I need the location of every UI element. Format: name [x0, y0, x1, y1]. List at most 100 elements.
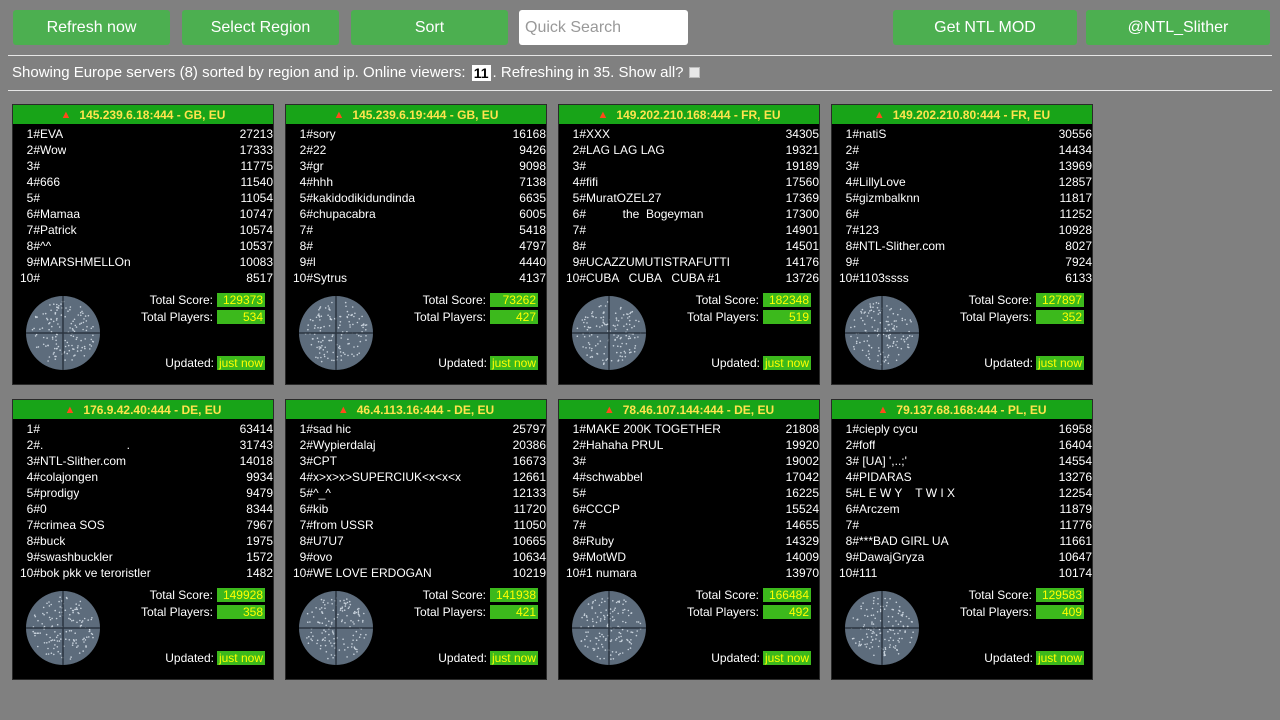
player-name: gizmbalknn — [859, 191, 920, 205]
minimap-icon — [25, 590, 101, 671]
leaderboard-row: 2# foff 16404 — [832, 437, 1092, 453]
player-rank: 4# — [845, 175, 859, 189]
server-card[interactable]: ▲ 145.239.6.18:444 - GB, EU 1# EVA 27213 2# Wo… — [12, 104, 274, 385]
player-score: 14176 — [785, 255, 819, 269]
leaderboard-row: 6# 11252 — [832, 206, 1092, 222]
player-score: 10747 — [239, 207, 273, 221]
leaderboard-row: 8# 4797 — [286, 238, 546, 254]
server-header[interactable]: ▲ 149.202.210.80:444 - FR, EU — [832, 105, 1092, 124]
player-name: foff — [859, 438, 876, 452]
server-card[interactable]: ▲ 46.4.113.16:444 - DE, EU 1# sad hic 25797 2… — [285, 399, 547, 680]
player-rank: 6# — [572, 502, 586, 516]
player-name: MAKE 200K TOGETHER — [586, 422, 721, 436]
select-region-button[interactable]: Select Region — [182, 10, 339, 45]
leaderboard: 1# EVA 27213 2# Wow 17333 3# 11775 4# 666 11540 5# 1… — [13, 126, 273, 286]
server-card[interactable]: ▲ 78.46.107.144:444 - DE, EU 1# MAKE 200K T… — [558, 399, 820, 680]
player-name: Mamaa — [40, 207, 81, 221]
player-name: ^^ — [40, 239, 52, 253]
leaderboard-row: 3# 13969 — [832, 158, 1092, 174]
player-rank: 7# — [26, 223, 40, 237]
server-header[interactable]: ▲ 176.9.42.40:444 - DE, EU — [13, 400, 273, 419]
player-rank: 2# — [299, 438, 313, 452]
updated-value: just now — [1035, 651, 1084, 665]
player-name: kakidodikidundinda — [313, 191, 416, 205]
leaderboard-row: 3# 19002 — [559, 453, 819, 469]
server-address: 145.239.6.19:444 - GB, EU — [352, 107, 499, 122]
player-score: 17560 — [785, 175, 819, 189]
updated-label: Updated: — [711, 651, 760, 665]
player-score: 9479 — [246, 486, 273, 500]
player-rank: 5# — [845, 486, 859, 500]
leaderboard-row: 8# Ruby 14329 — [559, 533, 819, 549]
show-all-checkbox[interactable] — [688, 67, 700, 78]
ntl-slither-twitter-button[interactable]: @NTL_Slither — [1086, 10, 1270, 45]
leaderboard-row: 6# the Bogeyman 17300 — [559, 206, 819, 222]
leaderboard: 1# natiS 30556 2# 14434 3# 13969 4# LillyLove 128… — [832, 126, 1092, 286]
player-score: 6005 — [519, 207, 546, 221]
leaderboard-row: 2# Wow 17333 — [13, 142, 273, 158]
player-name: MARSHMELLOn — [40, 255, 131, 269]
player-name: prodigy — [40, 486, 80, 500]
player-score: 11776 — [1059, 518, 1092, 532]
player-score: 16673 — [512, 454, 546, 468]
player-rank: 2# — [845, 143, 859, 157]
server-address: 176.9.42.40:444 - DE, EU — [83, 402, 222, 417]
player-rank: 3# — [26, 159, 40, 173]
leaderboard-row: 6# CCCP 15524 — [559, 501, 819, 517]
server-stats: Total Score: 129583 Total Players: 409 — [960, 586, 1084, 620]
server-header[interactable]: ▲ 78.46.107.144:444 - DE, EU — [559, 400, 819, 419]
player-score: 11879 — [1059, 502, 1092, 516]
leaderboard-row: 6# kib 11720 — [286, 501, 546, 517]
fire-icon: ▲ — [603, 403, 615, 416]
refresh-now-button[interactable]: Refresh now — [13, 10, 170, 45]
leaderboard-row: 10# Sytrus 4137 — [286, 270, 546, 286]
leaderboard-row: 5# ^_^ 12133 — [286, 485, 546, 501]
player-score: 4797 — [519, 239, 546, 253]
leaderboard: 1# MAKE 200K TOGETHER 21808 2# Hahaha PRUL 19… — [559, 421, 819, 581]
leaderboard-row: 5# L E W Y T W I X 12254 — [832, 485, 1092, 501]
player-score: 14009 — [785, 550, 819, 564]
updated-label: Updated: — [165, 356, 214, 370]
total-score-value: 129373 — [217, 292, 265, 307]
server-header[interactable]: ▲ 46.4.113.16:444 - DE, EU — [286, 400, 546, 419]
leaderboard-row: 7# 5418 — [286, 222, 546, 238]
server-stats: Total Score: 182348 Total Players: 519 — [687, 291, 811, 325]
player-rank: 9# — [572, 255, 586, 269]
server-header[interactable]: ▲ 79.137.68.168:444 - PL, EU — [832, 400, 1092, 419]
quick-search-input[interactable] — [519, 10, 688, 45]
leaderboard-row: 9# swashbuckler 1572 — [13, 549, 273, 565]
player-score: 10574 — [239, 223, 273, 237]
server-card[interactable]: ▲ 176.9.42.40:444 - DE, EU 1# 63414 2#. . 317… — [12, 399, 274, 680]
player-rank: 6# — [572, 207, 586, 221]
server-card[interactable]: ▲ 79.137.68.168:444 - PL, EU 1# cieply cycu… — [831, 399, 1093, 680]
leaderboard-row: 9# MARSHMELLOn 10083 — [13, 254, 273, 270]
player-rank: 7# — [299, 223, 313, 237]
server-card[interactable]: ▲ 149.202.210.168:444 - FR, EU 1# XXX 34305 2… — [558, 104, 820, 385]
server-header[interactable]: ▲ 149.202.210.168:444 - FR, EU — [559, 105, 819, 124]
player-rank: 9# — [845, 550, 859, 564]
player-score: 16168 — [512, 127, 546, 141]
leaderboard-row: 9# l 4440 — [286, 254, 546, 270]
server-card[interactable]: ▲ 145.239.6.19:444 - GB, EU 1# sory 16168 2# 2… — [285, 104, 547, 385]
leaderboard-row: 8# 14501 — [559, 238, 819, 254]
leaderboard-row: 10# WE LOVE ERDOGAN 10219 — [286, 565, 546, 581]
player-name: swashbuckler — [40, 550, 113, 564]
fire-icon: ▲ — [597, 108, 609, 121]
player-score: 8517 — [246, 271, 273, 285]
total-players-value: 358 — [217, 604, 265, 619]
server-header[interactable]: ▲ 145.239.6.19:444 - GB, EU — [286, 105, 546, 124]
player-rank: 5# — [26, 486, 40, 500]
player-name: MotWD — [586, 550, 626, 564]
player-name: hhh — [313, 175, 334, 189]
player-score: 20386 — [512, 438, 546, 452]
player-name: UCAZZUMUTISTRAFUTTI — [586, 255, 730, 269]
sort-button[interactable]: Sort — [351, 10, 508, 45]
server-card[interactable]: ▲ 149.202.210.80:444 - FR, EU 1# natiS 30556… — [831, 104, 1093, 385]
server-address: 79.137.68.168:444 - PL, EU — [896, 402, 1047, 417]
player-rank: 1# — [299, 127, 313, 141]
get-ntl-mod-button[interactable]: Get NTL MOD — [893, 10, 1077, 45]
player-score: 5418 — [519, 223, 546, 237]
updated-label: Updated: — [711, 356, 760, 370]
server-header[interactable]: ▲ 145.239.6.18:444 - GB, EU — [13, 105, 273, 124]
player-rank: 4# — [572, 470, 586, 484]
